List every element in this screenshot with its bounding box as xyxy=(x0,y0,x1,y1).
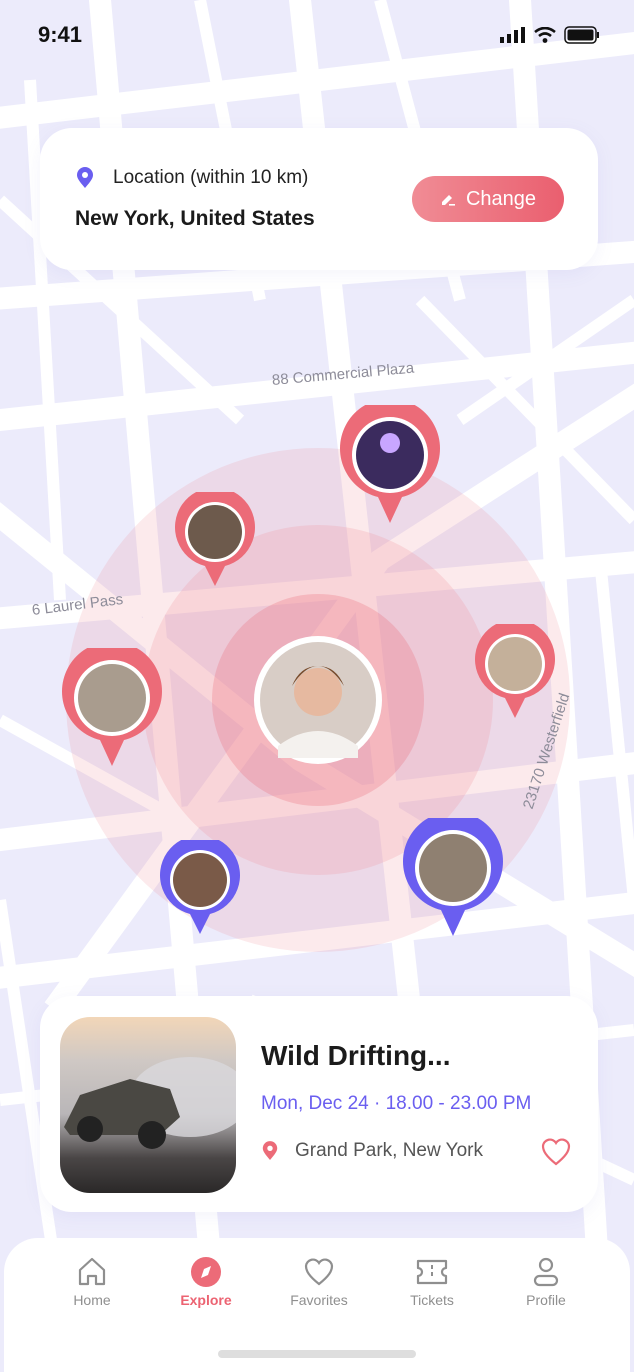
status-bar: 9:41 xyxy=(0,0,634,70)
event-pin[interactable] xyxy=(62,648,162,768)
wifi-icon xyxy=(534,27,556,43)
ticket-icon xyxy=(416,1259,448,1285)
event-title: Wild Drifting... xyxy=(261,1040,451,1071)
nav-label: Favorites xyxy=(290,1292,348,1308)
event-place: Grand Park, New York xyxy=(295,1140,483,1161)
nav-label: Profile xyxy=(526,1292,566,1308)
nav-home[interactable]: Home xyxy=(47,1256,137,1308)
nav-profile[interactable]: Profile xyxy=(501,1256,591,1308)
location-pin-icon xyxy=(77,167,93,188)
change-location-button[interactable]: Change xyxy=(412,176,564,222)
user-avatar xyxy=(254,636,382,764)
event-pin[interactable] xyxy=(340,405,440,525)
event-pin[interactable] xyxy=(160,840,240,936)
event-pin[interactable] xyxy=(403,818,503,938)
event-pin[interactable] xyxy=(175,492,255,588)
nav-label: Tickets xyxy=(410,1292,454,1308)
nav-label: Home xyxy=(73,1292,111,1308)
location-value: New York, United States xyxy=(75,207,315,230)
nav-tickets[interactable]: Tickets xyxy=(387,1256,477,1308)
change-label: Change xyxy=(465,187,537,210)
heart-icon xyxy=(304,1258,334,1286)
nav-favorites[interactable]: Favorites xyxy=(274,1256,364,1308)
battery-icon xyxy=(564,26,599,44)
location-pin-icon xyxy=(262,1141,278,1160)
profile-icon xyxy=(533,1257,559,1287)
event-datetime: Mon, Dec 24 · 18.00 - 23.00 PM xyxy=(261,1093,532,1114)
signal-icon xyxy=(500,27,525,43)
favorite-heart-icon[interactable] xyxy=(540,1136,572,1168)
nav-explore[interactable]: Explore xyxy=(161,1256,251,1308)
status-time: 9:41 xyxy=(38,22,83,47)
edit-icon xyxy=(441,195,455,206)
home-icon xyxy=(78,1257,106,1286)
event-pin[interactable] xyxy=(475,624,555,720)
event-image xyxy=(60,1017,236,1193)
nav-label: Explore xyxy=(180,1292,232,1308)
home-indicator[interactable] xyxy=(218,1350,416,1358)
location-label: Location (within 10 km) xyxy=(113,167,309,188)
compass-icon xyxy=(191,1257,221,1287)
